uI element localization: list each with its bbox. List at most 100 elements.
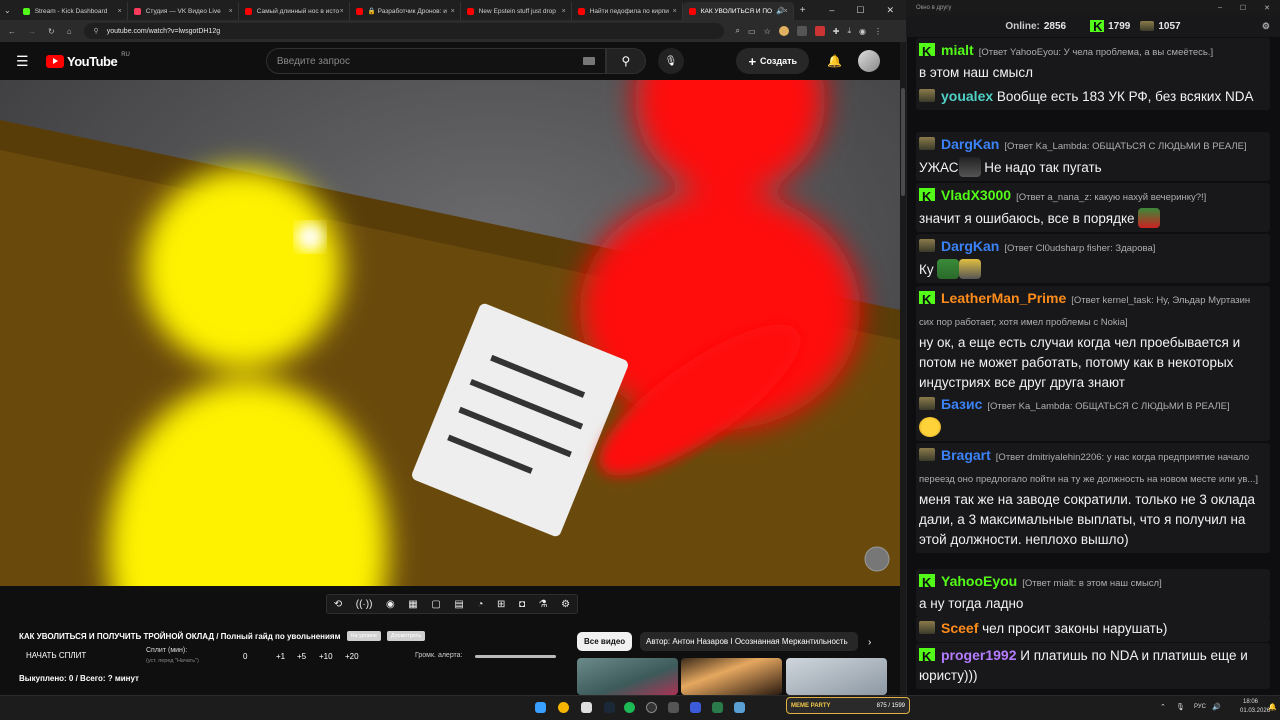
cast-icon[interactable]: ▭: [748, 27, 756, 36]
maximize-icon[interactable]: ☐: [1240, 4, 1246, 12]
puzzle-icon[interactable]: ✚: [833, 27, 840, 36]
close-tab-icon[interactable]: ×: [340, 8, 344, 15]
close-tab-icon[interactable]: ×: [784, 8, 788, 15]
extension-icon[interactable]: [796, 26, 807, 36]
volume-icon[interactable]: 🔊: [1212, 703, 1221, 711]
meme-party-count: 875 / 1599: [876, 702, 905, 709]
avatar[interactable]: [858, 50, 880, 72]
close-tab-icon[interactable]: ×: [673, 8, 677, 15]
clock-time[interactable]: 18:06: [1243, 699, 1258, 705]
minimize-icon[interactable]: –: [1218, 4, 1222, 12]
tab-list-icon[interactable]: ⌄: [4, 6, 11, 15]
app-icon[interactable]: [668, 702, 679, 713]
chevron-up-icon[interactable]: ⌃: [1160, 703, 1166, 711]
video-thumbnail[interactable]: [786, 658, 887, 695]
home-icon[interactable]: ⌂: [67, 27, 72, 36]
spotify-icon[interactable]: [624, 702, 635, 713]
speed-icon[interactable]: ◔: [477, 599, 483, 610]
tab-youtube-nose[interactable]: Самый длинный нос в исто ×: [239, 2, 350, 20]
tab-youtube-active[interactable]: КАК УВОЛИТЬСЯ И ПО 🔊 ×: [682, 2, 794, 20]
youtube-logo[interactable]: YouTube RU: [46, 52, 130, 69]
tab-youtube-brick[interactable]: Найти педофила по кирпи ×: [572, 2, 683, 20]
close-tab-icon[interactable]: ×: [562, 8, 566, 15]
minimize-icon[interactable]: –: [829, 5, 834, 16]
menu-dots-icon[interactable]: ⋮: [874, 27, 882, 36]
close-window-icon[interactable]: ✕: [1264, 4, 1270, 12]
url-field[interactable]: ⚲ youtube.com/watch?v=lwsgotDH12g: [83, 23, 724, 39]
video-thumbnail[interactable]: [681, 658, 782, 695]
profile-icon[interactable]: ◉: [859, 27, 866, 36]
frames-icon[interactable]: ▤: [454, 599, 463, 610]
notification-bell-icon[interactable]: 🔔: [1268, 703, 1277, 711]
extension-icon[interactable]: [778, 26, 789, 36]
close-tab-icon[interactable]: ×: [451, 8, 455, 15]
author-chip[interactable]: Автор: Антон Назаров I Осознанная Меркан…: [640, 632, 858, 651]
alert-volume-slider[interactable]: [475, 655, 556, 658]
windows-start-icon[interactable]: [535, 702, 546, 713]
meme-party-widget[interactable]: MEME PARTY 875 / 1599: [786, 697, 910, 714]
steam-icon[interactable]: [604, 702, 615, 713]
tab-youtube-dronov[interactable]: 🔒 Разработчик Дронов: и ×: [350, 2, 461, 20]
video-chip[interactable]: Досмотреть: [386, 631, 426, 641]
search-input[interactable]: Введите запрос: [265, 48, 606, 74]
vk-viewer-count: 1057: [1158, 20, 1181, 32]
notepad-icon[interactable]: [581, 702, 592, 713]
zoom-icon[interactable]: ⌕: [736, 26, 740, 36]
menu-icon[interactable]: ☰: [16, 53, 36, 70]
close-window-icon[interactable]: ✕: [886, 5, 894, 16]
eye-icon[interactable]: ◉: [386, 599, 395, 610]
video-thumbnail[interactable]: [577, 658, 678, 695]
new-tab-button[interactable]: +: [800, 5, 806, 16]
language-indicator[interactable]: РУС: [1194, 704, 1206, 710]
video-chip[interactable]: На уровне: [346, 631, 381, 641]
create-button[interactable]: + Создать: [736, 48, 810, 74]
chevron-right-icon[interactable]: ›: [868, 637, 871, 648]
tab-youtube-epstein[interactable]: New Epstein stuff just drop ×: [461, 2, 572, 20]
all-videos-chip[interactable]: Все видео: [577, 632, 633, 651]
extension-icon[interactable]: [814, 26, 825, 36]
split-value-button[interactable]: +5: [297, 652, 306, 661]
chrome-icon[interactable]: [558, 702, 569, 713]
clock-date[interactable]: 01.03.2026: [1240, 708, 1270, 714]
camera-icon[interactable]: ◘: [519, 599, 525, 610]
app-icon[interactable]: [712, 702, 723, 713]
maximize-icon[interactable]: ☐: [856, 5, 864, 16]
fit-icon[interactable]: ▢: [431, 599, 440, 610]
gear-icon[interactable]: ⚙: [561, 599, 570, 610]
split-value-button[interactable]: +10: [319, 652, 333, 661]
chat-settings-icon[interactable]: ⚙: [1262, 21, 1270, 32]
search-button[interactable]: ⚲: [605, 48, 646, 74]
page-scrollbar-thumb[interactable]: [901, 88, 905, 196]
extension-controls-bar: ⟲ ((·)) ◉ ▦ ▢ ▤ ◔ ⊞ ◘ ⚗ ⚙: [326, 594, 578, 614]
forward-icon[interactable]: →: [28, 27, 36, 36]
split-value-button[interactable]: +1: [276, 652, 285, 661]
clapper-icon[interactable]: ▦: [408, 599, 417, 610]
star-icon[interactable]: ☆: [764, 27, 771, 36]
app-icon[interactable]: [734, 702, 745, 713]
video-player[interactable]: [0, 80, 900, 586]
split-value-button[interactable]: +20: [345, 652, 359, 661]
add-clip-icon[interactable]: ⊞: [497, 599, 505, 610]
voice-search-button[interactable]: 🎙: [657, 48, 684, 74]
kick-badge-icon: [919, 187, 935, 207]
tab-vk-studio[interactable]: Студия — VK Видео Live ×: [128, 2, 239, 20]
obs-icon[interactable]: [646, 702, 657, 713]
close-tab-icon[interactable]: ×: [229, 8, 233, 15]
close-tab-icon[interactable]: ×: [118, 8, 122, 15]
site-info-icon[interactable]: ⚲: [94, 27, 99, 35]
back-icon[interactable]: ←: [8, 27, 16, 36]
tab-kick-dashboard[interactable]: Stream - Kick Dashboard ×: [17, 2, 128, 20]
notifications-icon[interactable]: 🔔: [827, 54, 842, 68]
microphone-icon[interactable]: 🎙: [1176, 703, 1185, 711]
broadcast-icon[interactable]: ((·)): [356, 599, 373, 610]
app-icon[interactable]: [690, 702, 701, 713]
lab-icon[interactable]: ⚗: [539, 599, 548, 610]
reload-icon[interactable]: ↻: [48, 27, 55, 36]
split-value-button[interactable]: 0: [243, 652, 247, 661]
keyboard-icon[interactable]: [582, 57, 595, 65]
loop-icon[interactable]: ⟲: [334, 599, 342, 610]
download-icon[interactable]: ⤓: [847, 26, 851, 36]
start-split-button[interactable]: НАЧАТЬ СПЛИТ: [26, 651, 86, 660]
chat-stats-bar: Online: 2856 1799 1057 ⚙: [906, 15, 1280, 37]
chat-message: Sceef чел просит законы нарушать): [916, 616, 1270, 642]
